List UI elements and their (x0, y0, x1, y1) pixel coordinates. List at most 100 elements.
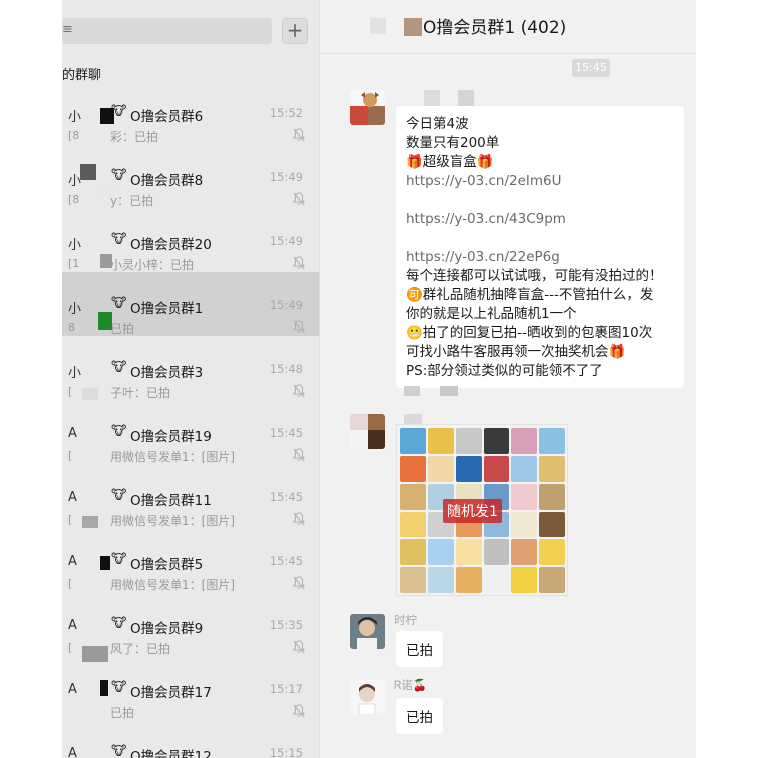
photo-tile (511, 567, 538, 593)
photo-tile (511, 511, 538, 538)
product-photo[interactable]: 随机发1 (396, 424, 568, 596)
sender-name-mosaic (440, 386, 458, 396)
photo-tile (455, 455, 482, 482)
sender-name: 时柠 (394, 613, 417, 627)
message-line: 每个连接都可以试试哦，可能有没拍过的！ (406, 268, 663, 284)
message-line: PS:部分领过类似的可能领不了了 (406, 363, 603, 379)
chat-name: O撸会员群8 (130, 173, 204, 189)
chat-name: O撸会员群19 (130, 429, 212, 445)
cow-icon: 🐮 (111, 616, 127, 631)
chat-list-item[interactable]: 小 [8 🐮 O撸会员群8 15:49 y：已拍 (62, 144, 319, 208)
avatar-mosaic (100, 680, 108, 696)
sender-avatar[interactable] (350, 614, 385, 649)
chat-list-item[interactable]: A [🐮 O撸会员群9 15:35 风了：已拍 (62, 592, 319, 662)
photo-tile (539, 539, 565, 566)
photo-tile (539, 511, 565, 538)
photo-tile (400, 511, 426, 538)
header-avatar-mosaic (370, 18, 386, 34)
chat-list-item[interactable]: 小 [8 🐮 O撸会员群6 15:52 彩：已拍 (62, 80, 319, 144)
avatar-mosaic (98, 312, 112, 330)
photo-tile (539, 483, 565, 510)
mute-bell-icon (293, 384, 305, 398)
message-line: 可找小路牛客服再领一次抽奖机会🎁 (406, 344, 626, 360)
message-line (406, 229, 674, 248)
header-avatar-mosaic (404, 18, 422, 36)
photo-tile (427, 428, 454, 454)
avatar-mosaic (100, 254, 112, 268)
photo-tile (511, 455, 538, 482)
avatar-mosaic (100, 186, 114, 198)
chat-header: O撸会员群1 (402) (320, 0, 696, 54)
chat-preview-prefix: [8 (68, 129, 80, 142)
search-text: ≡ (62, 22, 73, 37)
chat-name-prefix: 小 (68, 366, 82, 381)
chat-name: O撸会员群12 (130, 749, 212, 758)
sender-avatar[interactable] (350, 414, 385, 449)
avatar-mosaic (100, 556, 110, 570)
chat-preview: y：已拍 (110, 194, 154, 208)
chat-panel: O撸会员群1 (402) 15:45 今日第4波 数量只有200单 🎁超级盲盒🎁 ht… (320, 0, 696, 758)
chat-time: 15:45 (269, 426, 303, 440)
chat-time: 15:52 (269, 106, 303, 120)
message-bubble[interactable]: 已拍 (396, 631, 443, 667)
message-bubble[interactable]: 已拍 (396, 698, 443, 734)
sender-avatar[interactable] (350, 680, 385, 715)
cow-icon: 🐮 (111, 680, 127, 695)
chat-list-item[interactable]: 小 8 🐮 O撸会员群1 15:49 已拍 (62, 272, 319, 336)
chat-name-prefix: 小 (68, 110, 82, 125)
chat-name: O撸会员群9 (130, 621, 204, 637)
chat-time: 15:49 (269, 234, 303, 248)
mute-bell-icon (293, 128, 305, 142)
chat-name: O撸会员群1 (130, 301, 204, 317)
message-bubble[interactable]: 今日第4波 数量只有200单 🎁超级盲盒🎁 https://y-03.cn/2eIm6… (396, 106, 684, 388)
chat-list-item[interactable]: 小 [🐮 O撸会员群3 15:48 子叶：已拍 (62, 336, 319, 400)
chat-preview: 风了：已拍 (110, 642, 171, 656)
chat-preview: 用微信号发单1：[图片] (110, 578, 235, 592)
mute-bell-icon (293, 640, 305, 654)
message-link[interactable]: https://y-03.cn/22eP6g (406, 248, 674, 267)
sender-avatar[interactable] (350, 90, 385, 125)
mute-bell-icon (293, 704, 305, 718)
chat-list-item[interactable]: A [🐮 O撸会员群5 15:45 用微信号发单1：[图片] (62, 528, 319, 592)
chat-preview: 子叶：已拍 (110, 386, 171, 400)
chat-list-item[interactable]: A 🐮 O撸会员群17 15:17 已拍 (62, 656, 319, 720)
chat-list-item[interactable]: 小 [1 🐮 O撸会员群20 15:49 小灵小梓：已拍 (62, 208, 319, 272)
photo-tile (427, 539, 454, 566)
photo-tile (483, 428, 510, 454)
chat-name-prefix: 小 (68, 238, 82, 253)
chat-name-prefix: A (68, 426, 77, 441)
sender-name-mosaic (404, 414, 422, 424)
message-line (406, 191, 674, 210)
cow-icon: 🐮 (111, 296, 127, 311)
chat-name: O撸会员群6 (130, 109, 204, 125)
chat-time: 15:49 (269, 298, 303, 312)
photo-tile (539, 567, 565, 593)
cow-icon: 🐮 (111, 552, 127, 567)
message-link[interactable]: https://y-03.cn/2eIm6U (406, 172, 674, 191)
avatar-mosaic (100, 108, 114, 124)
avatar-mosaic (82, 516, 98, 528)
photo-tile (427, 567, 454, 593)
add-chat-button[interactable]: + (282, 18, 308, 44)
photo-tile (400, 428, 426, 454)
chat-name: O撸会员群11 (130, 493, 212, 509)
cow-icon: 🐮 (111, 232, 127, 247)
photo-tile (455, 539, 482, 566)
search-input[interactable]: ≡ (62, 18, 272, 44)
chat-list-panel: ≡ + 的群聊 小 [8 🐮 O撸会员群6 15:52 彩：已拍小 [8 🐮 O撸会员群8 15:… (62, 0, 319, 758)
cow-icon: 🐮 (111, 488, 127, 503)
chat-list-item[interactable]: A [🐮 O撸会员群11 15:45 用微信号发单1：[图片] (62, 464, 319, 528)
mute-bell-icon (293, 320, 305, 334)
avatar-mosaic (82, 388, 98, 400)
chat-preview-prefix: [1 (68, 257, 80, 270)
chat-preview: 已拍 (110, 706, 135, 720)
photo-tile (483, 455, 510, 482)
chat-name: O撸会员群5 (130, 557, 204, 573)
message-line: 数量只有200单 (406, 135, 500, 151)
message-line: 😬拍了的回复已拍--晒收到的包裹图10次 (406, 325, 653, 341)
chat-list-item[interactable]: A [🐮 O撸会员群19 15:45 用微信号发单1：[图片] (62, 400, 319, 464)
chat-name: O撸会员群20 (130, 237, 212, 253)
message-link[interactable]: https://y-03.cn/43C9pm (406, 210, 674, 229)
chat-list-item[interactable]: A 🐮 O撸会员群12 15:15 (62, 720, 319, 758)
photo-tile (455, 428, 482, 454)
